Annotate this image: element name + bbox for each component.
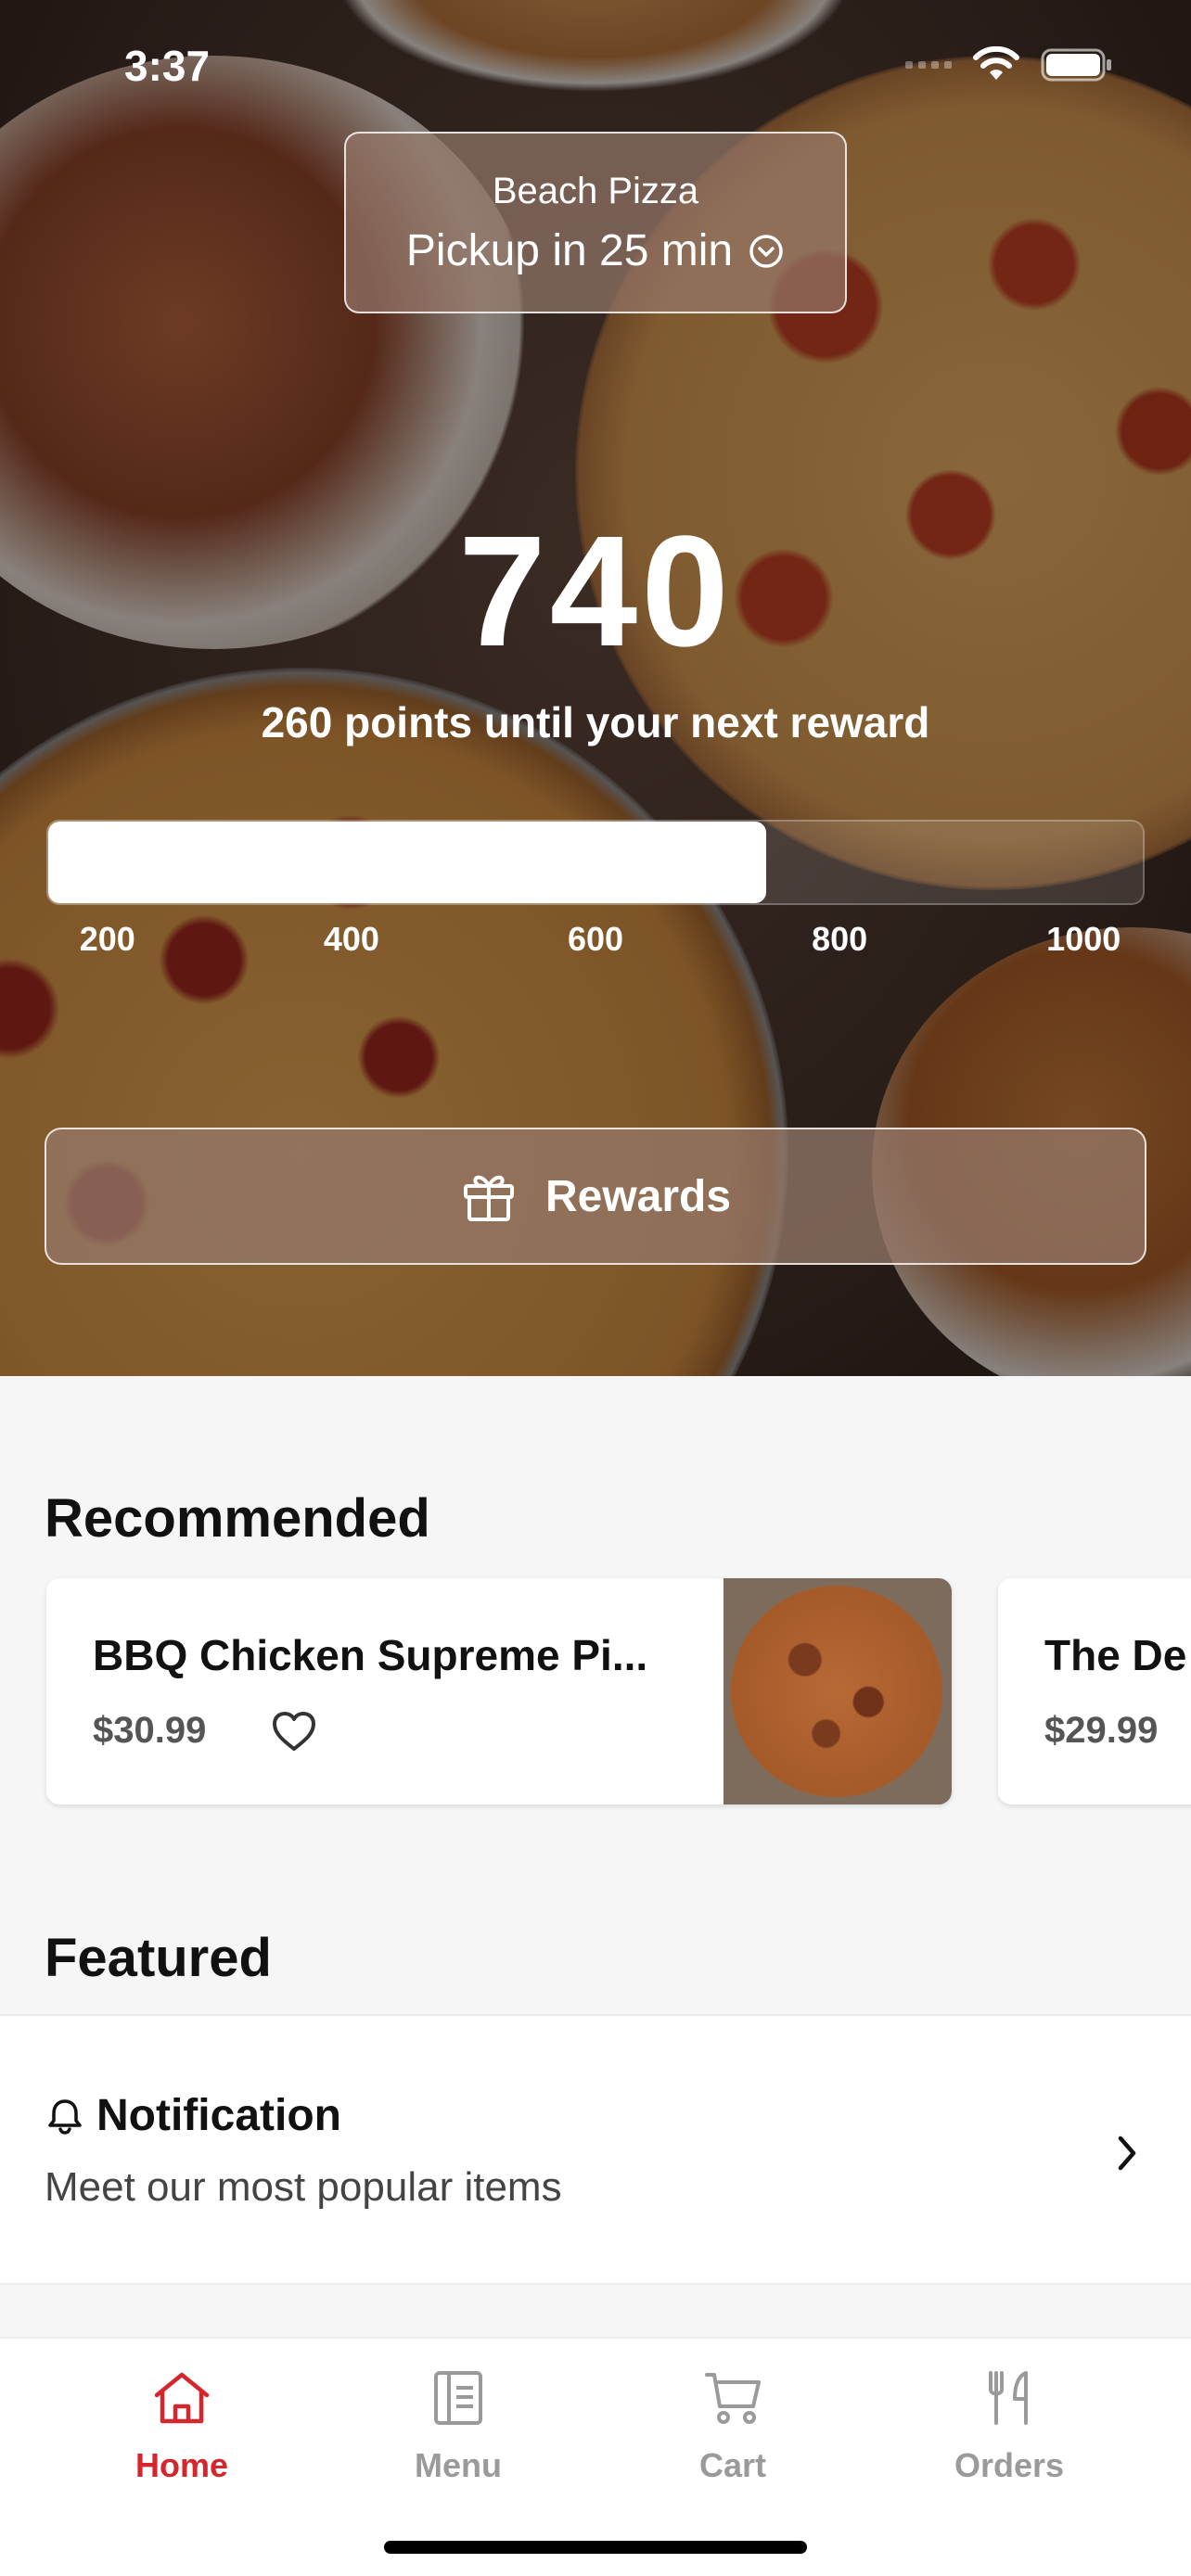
menu-icon xyxy=(434,2371,482,2425)
item-image xyxy=(724,1578,952,1804)
hero-banner: 3:37 Beach Pizza Pickup in 25 min 740 26… xyxy=(0,0,1191,1376)
store-name: Beach Pizza xyxy=(492,171,699,211)
home-indicator xyxy=(384,2541,807,2554)
points-until-reward: 260 points until your next reward xyxy=(261,698,930,746)
tab-cart[interactable]: Cart xyxy=(640,2365,826,2485)
status-time: 3:37 xyxy=(124,42,211,90)
cellular-signal-icon xyxy=(905,61,952,69)
gift-icon xyxy=(463,1175,514,1221)
chevron-down-circle-icon xyxy=(749,234,783,268)
home-icon xyxy=(154,2372,210,2424)
featured-heading: Featured xyxy=(45,1928,272,1988)
notification-header: Notification xyxy=(45,2090,341,2141)
rewards-button[interactable]: Rewards xyxy=(45,1128,1146,1265)
rewards-progress-fill xyxy=(48,822,766,903)
progress-tick-label: 200 xyxy=(79,920,135,958)
store-pickup-selector[interactable]: Beach Pizza Pickup in 25 min xyxy=(344,132,847,313)
item-price: $29.99 xyxy=(1044,1710,1159,1751)
chevron-right-icon xyxy=(1118,2136,1136,2171)
tab-label: Cart xyxy=(698,2446,767,2484)
favorite-heart-icon[interactable] xyxy=(271,1710,317,1753)
progress-tick-label: 400 xyxy=(323,920,379,958)
progress-tick-label: 600 xyxy=(567,920,624,958)
recommended-item-card[interactable]: BBQ Chicken Supreme Pi... $30.99 xyxy=(46,1578,952,1804)
battery-icon xyxy=(1041,48,1111,82)
notification-title: Notification xyxy=(96,2091,341,2140)
wifi-icon xyxy=(973,46,1019,80)
tab-menu[interactable]: Menu xyxy=(365,2365,551,2485)
points-balance: 740 xyxy=(458,504,733,680)
item-name: BBQ Chicken Supreme Pi... xyxy=(93,1631,648,1679)
pickup-time: Pickup in 25 min xyxy=(405,226,734,275)
progress-tick-label: 800 xyxy=(812,920,868,958)
bell-icon xyxy=(48,2098,82,2135)
tab-label: Home xyxy=(134,2446,229,2484)
utensils-icon xyxy=(989,2371,1028,2425)
notification-row[interactable]: Notification Meet our most popular items xyxy=(0,2014,1191,2285)
recommended-item-card[interactable]: The De $29.99 xyxy=(998,1578,1191,1804)
item-name: The De xyxy=(1044,1631,1187,1679)
progress-tick-label: 1000 xyxy=(1046,920,1121,958)
item-price: $30.99 xyxy=(93,1710,207,1751)
recommended-heading: Recommended xyxy=(45,1488,430,1549)
notification-subtitle: Meet our most popular items xyxy=(45,2164,562,2210)
tab-label: Menu xyxy=(415,2446,502,2484)
pickup-time-row: Pickup in 25 min xyxy=(346,225,845,276)
rewards-progress-bar xyxy=(46,820,1145,905)
tab-label: Orders xyxy=(954,2446,1065,2484)
tab-home[interactable]: Home xyxy=(89,2365,275,2485)
tab-orders[interactable]: Orders xyxy=(916,2365,1102,2485)
status-icons xyxy=(905,46,1113,83)
rewards-button-label: Rewards xyxy=(544,1171,732,1221)
cart-icon xyxy=(705,2373,761,2424)
